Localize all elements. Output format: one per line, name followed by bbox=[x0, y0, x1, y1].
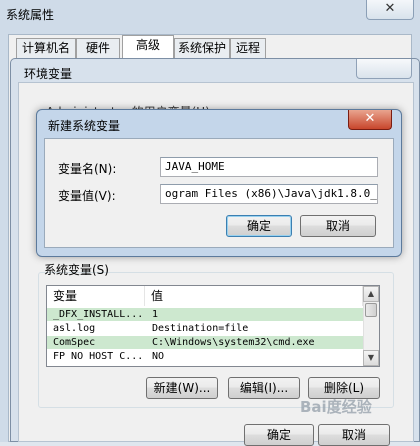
new-var-ok-button[interactable]: 确定 bbox=[226, 215, 292, 237]
env-cancel-button[interactable]: 取消 bbox=[318, 424, 390, 446]
row-variable: asl.log bbox=[53, 323, 96, 334]
table-row[interactable]: ComSpec C:\Windows\system32\cmd.exe bbox=[47, 336, 363, 349]
watermark: Bai度经验 bbox=[300, 398, 372, 416]
table-row[interactable]: FP_NO_HOST_C... NO bbox=[47, 350, 363, 360]
close-icon[interactable]: ✕ bbox=[348, 110, 392, 130]
scrollbar-thumb[interactable] bbox=[365, 303, 377, 317]
variable-name-label: 变量名(N): bbox=[58, 162, 117, 176]
tab-remote[interactable]: 远程 bbox=[230, 38, 266, 58]
row-value: C:\Windows\system32\cmd.exe bbox=[152, 337, 315, 348]
variable-value-field[interactable]: ogram Files (x86)\Java\jdk1.8.0_181 bbox=[160, 184, 378, 204]
tab-hardware[interactable]: 硬件 bbox=[76, 38, 120, 58]
env-ok-button[interactable]: 确定 bbox=[244, 424, 314, 446]
variable-name-field[interactable]: JAVA_HOME bbox=[160, 157, 378, 177]
edit-variable-button[interactable]: 编辑(I)... bbox=[228, 377, 300, 399]
new-var-cancel-button[interactable]: 取消 bbox=[300, 215, 376, 237]
row-value: NO bbox=[152, 351, 165, 360]
variable-value-label: 变量值(V): bbox=[58, 189, 116, 203]
column-header-variable[interactable]: 变量 bbox=[47, 286, 145, 306]
window-title: 系统属性 bbox=[6, 8, 55, 22]
table-row[interactable]: _DFX_INSTALL... 1 bbox=[47, 308, 363, 321]
table-row[interactable]: asl.log Destination=file bbox=[47, 322, 363, 335]
row-value: 1 bbox=[152, 309, 159, 320]
tab-system-protection[interactable]: 系统保护 bbox=[174, 38, 230, 58]
env-dialog-title: 环境变量 bbox=[24, 67, 73, 81]
row-variable: FP_NO_HOST_C... bbox=[53, 351, 144, 360]
scroll-down-icon[interactable]: ▼ bbox=[363, 350, 379, 366]
env-dialog-close-button[interactable] bbox=[356, 59, 412, 79]
system-vars-label: 系统变量(S) bbox=[44, 263, 109, 277]
tab-computer-name[interactable]: 计算机名 bbox=[16, 38, 76, 58]
column-header-value[interactable]: 值 bbox=[145, 286, 363, 306]
tab-advanced[interactable]: 高级 bbox=[122, 35, 174, 59]
row-variable: ComSpec bbox=[53, 337, 96, 348]
row-variable: _DFX_INSTALL... bbox=[53, 309, 144, 320]
close-icon[interactable]: ✕ bbox=[366, 0, 414, 20]
new-variable-button[interactable]: 新建(W)... bbox=[146, 377, 218, 399]
scroll-up-icon[interactable]: ▲ bbox=[363, 286, 379, 302]
row-value: Destination=file bbox=[152, 323, 249, 334]
new-var-dialog-title: 新建系统变量 bbox=[48, 119, 121, 133]
